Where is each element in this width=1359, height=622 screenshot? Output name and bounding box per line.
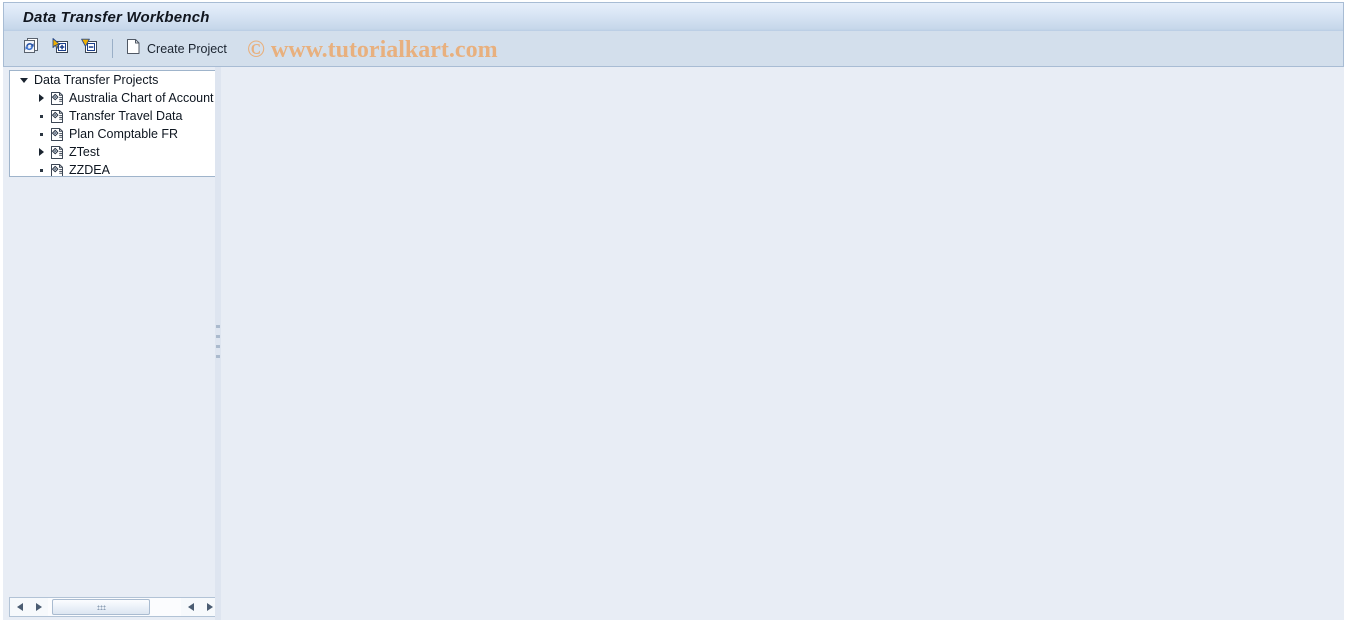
tree-item-label: ZZDEA bbox=[69, 163, 110, 177]
toolbar-separator bbox=[112, 39, 113, 58]
tree-item-plan-comptable-fr[interactable]: Plan Comptable FR bbox=[10, 125, 219, 143]
tree-root-label: Data Transfer Projects bbox=[34, 73, 159, 87]
project-icon bbox=[50, 127, 65, 142]
create-project-label: Create Project bbox=[147, 41, 227, 56]
tree-item-label: ZTest bbox=[69, 145, 100, 159]
triangle-right-icon bbox=[35, 603, 42, 611]
refresh-button[interactable] bbox=[18, 36, 44, 62]
data-transfer-workbench-window: Data Transfer Workbench Create Project ©… bbox=[0, 0, 1359, 622]
chevron-right-icon[interactable] bbox=[35, 143, 47, 161]
scroll-left-button[interactable] bbox=[10, 598, 29, 616]
grip-dots-icon bbox=[96, 604, 106, 610]
project-detail-workarea bbox=[221, 67, 1344, 620]
scroll-left-page-button[interactable] bbox=[29, 598, 48, 616]
chevron-right-icon[interactable] bbox=[35, 89, 47, 107]
tree-root-node[interactable]: Data Transfer Projects bbox=[10, 71, 219, 89]
tree-item-australia-chart-of-account[interactable]: Australia Chart of Account bbox=[10, 89, 219, 107]
create-project-button[interactable]: Create Project bbox=[121, 36, 235, 62]
collapse-all-button[interactable] bbox=[76, 36, 102, 62]
scrollbar-thumb[interactable] bbox=[52, 599, 150, 615]
triangle-left-icon bbox=[187, 603, 194, 611]
tree-item-ztest[interactable]: ZTest bbox=[10, 143, 219, 161]
leaf-bullet-icon bbox=[35, 107, 47, 125]
leaf-bullet-icon bbox=[35, 161, 47, 176]
project-icon bbox=[50, 91, 65, 106]
leaf-bullet-icon bbox=[35, 125, 47, 143]
chevron-down-icon[interactable] bbox=[18, 71, 30, 89]
scroll-right-page-button[interactable] bbox=[181, 598, 200, 616]
window-frame-left bbox=[0, 0, 3, 622]
project-tree-panel: Data Transfer Projects Australia Chart o… bbox=[9, 70, 220, 617]
project-icon bbox=[50, 109, 65, 124]
tree-item-transfer-travel-data[interactable]: Transfer Travel Data bbox=[10, 107, 219, 125]
scrollbar-track[interactable] bbox=[48, 598, 181, 616]
refresh-icon bbox=[22, 37, 40, 60]
project-icon bbox=[50, 163, 65, 176]
triangle-right-icon bbox=[206, 603, 213, 611]
page-title: Data Transfer Workbench bbox=[23, 8, 210, 26]
expand-all-icon bbox=[51, 37, 69, 60]
tree-horizontal-scrollbar[interactable] bbox=[9, 597, 220, 617]
project-icon bbox=[50, 145, 65, 160]
content-area: Data Transfer Projects Australia Chart o… bbox=[3, 67, 1344, 620]
tree-item-zzdea[interactable]: ZZDEA bbox=[10, 161, 219, 177]
splitter-grip-icon bbox=[216, 322, 220, 365]
window-frame-top bbox=[0, 0, 1359, 2]
tree-item-label: Australia Chart of Account bbox=[69, 91, 214, 105]
expand-all-button[interactable] bbox=[47, 36, 73, 62]
window-title-bar: Data Transfer Workbench bbox=[3, 2, 1344, 31]
tree-item-label: Transfer Travel Data bbox=[69, 109, 183, 123]
project-tree: Data Transfer Projects Australia Chart o… bbox=[9, 70, 220, 177]
toolbar: Create Project bbox=[3, 31, 1344, 67]
tree-item-label: Plan Comptable FR bbox=[69, 127, 179, 141]
window-frame-right bbox=[1344, 0, 1359, 622]
triangle-left-icon bbox=[16, 603, 23, 611]
document-icon bbox=[126, 38, 141, 60]
collapse-all-icon bbox=[80, 37, 98, 60]
